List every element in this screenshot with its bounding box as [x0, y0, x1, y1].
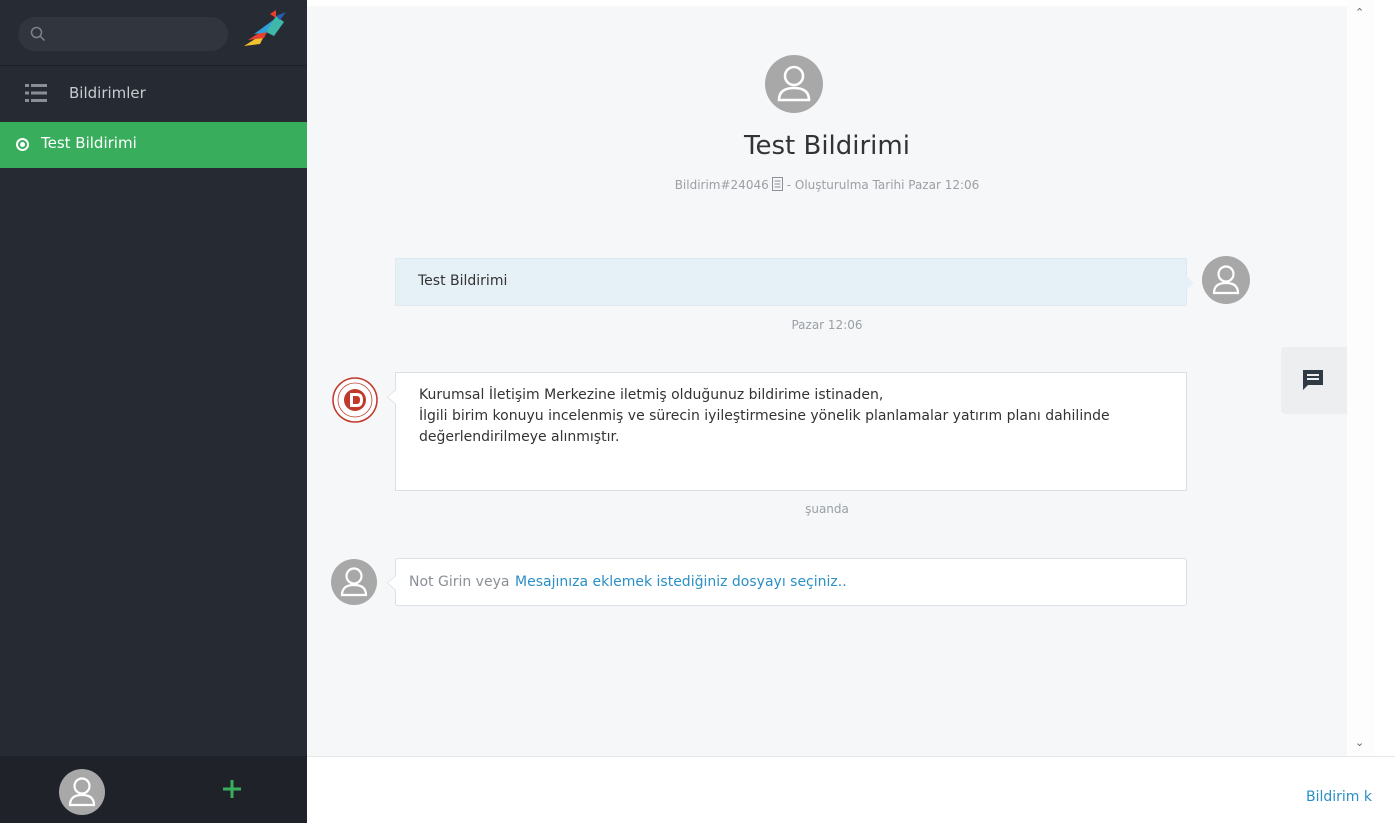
avatar-icon — [777, 65, 811, 102]
ticket-meta: Bildirim#24046 - Oluşturulma Tarihi Pazar… — [307, 177, 1347, 192]
message-line: değerlendirilmeye alınmıştır. — [419, 429, 620, 445]
search-input[interactable] — [18, 17, 228, 51]
radio-icon — [16, 138, 29, 151]
note-placeholder: Not Girin veya — [409, 574, 510, 590]
scrollbar[interactable]: ⌃ ⌄ — [1347, 0, 1375, 756]
chat-toggle-button[interactable] — [1281, 347, 1347, 414]
document-icon[interactable] — [771, 177, 784, 191]
university-seal-icon — [332, 377, 378, 423]
message-timestamp: Pazar 12:06 — [791, 318, 863, 332]
ticket-avatar — [765, 55, 823, 113]
sidebar-footer — [0, 756, 307, 823]
footer-link[interactable]: Bildirim k — [1306, 789, 1372, 805]
message-bubble-agent: Kurumsal İletişim Merkezine iletmiş oldu… — [387, 372, 1187, 491]
plus-icon[interactable] — [221, 778, 243, 800]
page-title: Test Bildirimi — [744, 131, 910, 161]
chat-icon — [1303, 370, 1323, 390]
sidebar-item-bildirimler[interactable]: Bildirimler — [0, 66, 307, 122]
attach-file-link[interactable]: Mesajınıza eklemek istediğiniz dosyayı s… — [515, 574, 847, 590]
chevron-up-icon[interactable]: ⌃ — [1355, 6, 1364, 19]
sidebar-header — [0, 0, 307, 66]
note-input[interactable]: Not Girin veya Mesajınıza eklemek istedi… — [387, 558, 1187, 606]
footer-bar: Bildirim k — [307, 756, 1395, 823]
avatar-icon — [68, 777, 96, 807]
avatar — [331, 559, 377, 605]
message-bubble-user: Test Bildirimi — [395, 258, 1194, 306]
sidebar-item-test-bildirimi[interactable]: Test Bildirimi — [0, 122, 307, 168]
message-line: İlgili birim konuyu incelenmiş ve süreci… — [419, 408, 1110, 424]
sidebar-item-label: Test Bildirimi — [41, 134, 137, 152]
sidebar: Bildirimler Test Bildirimi — [0, 0, 307, 823]
message-timestamp: şuanda — [805, 502, 849, 516]
ticket-created-date: - Oluşturulma Tarihi Pazar 12:06 — [786, 178, 980, 192]
profile-avatar[interactable] — [59, 769, 105, 815]
list-icon — [25, 84, 47, 102]
message-text: Test Bildirimi — [418, 273, 508, 289]
avatar — [1202, 256, 1250, 304]
ticket-number: Bildirim#24046 — [674, 178, 769, 192]
search-icon — [30, 26, 46, 42]
chevron-down-icon[interactable]: ⌄ — [1355, 736, 1364, 749]
logo-bird-icon — [244, 10, 286, 46]
avatar-icon — [1212, 265, 1240, 295]
message-line: Kurumsal İletişim Merkezine iletmiş oldu… — [419, 387, 884, 403]
avatar-icon — [340, 567, 368, 597]
message-text: Kurumsal İletişim Merkezine iletmiş oldu… — [419, 385, 1169, 448]
sidebar-item-label: Bildirimler — [69, 84, 146, 102]
